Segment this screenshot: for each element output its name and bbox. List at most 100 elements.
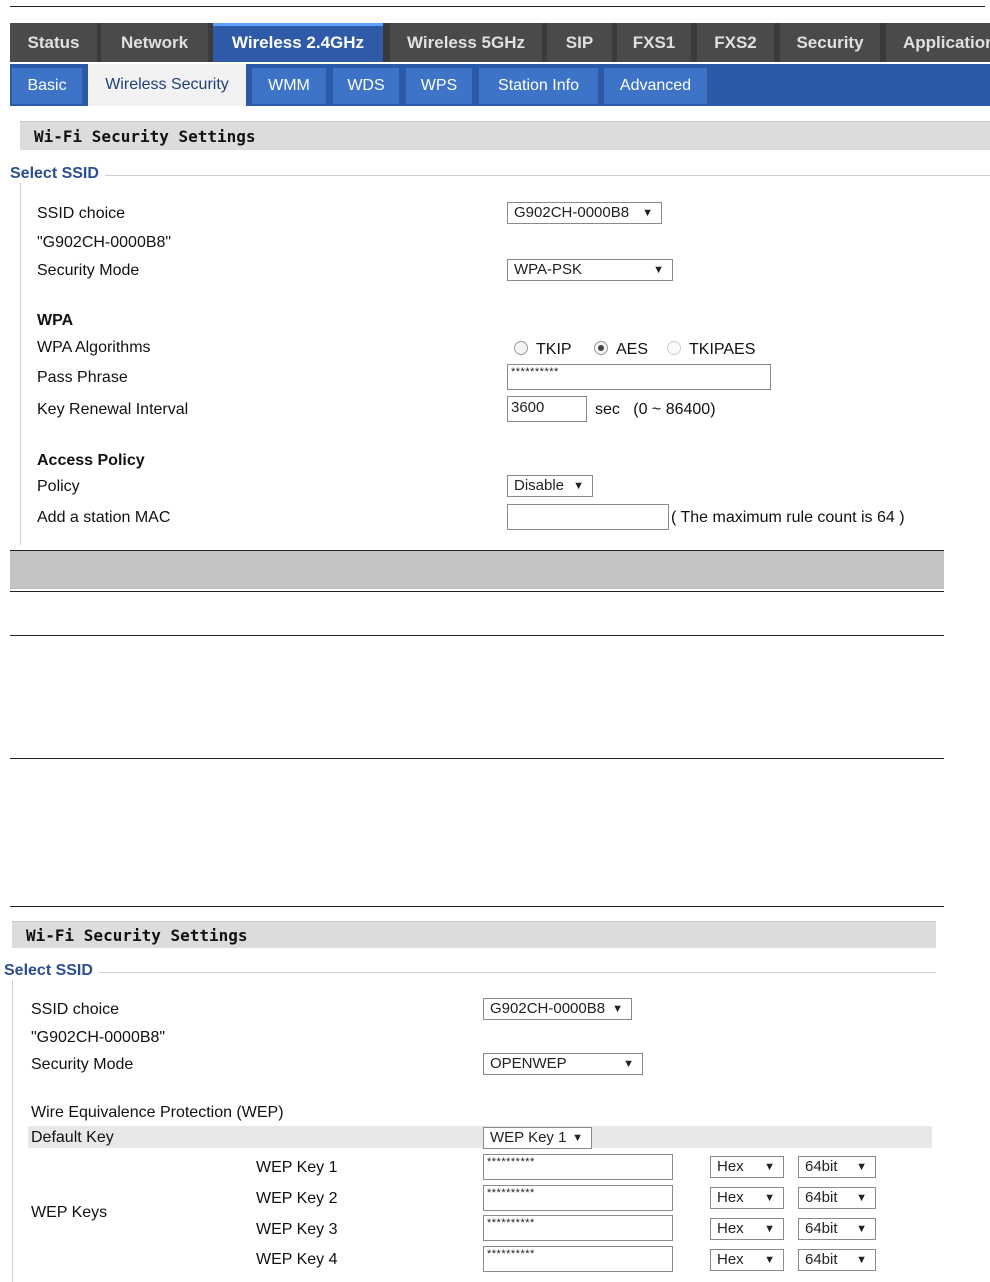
wep-key-1-length-value: 64bit [805, 1158, 838, 1175]
pass-phrase-label: Pass Phrase [37, 369, 128, 386]
panel2-fieldset-left [12, 972, 13, 1282]
security-mode-select-2[interactable]: OPENWEP ▼ [483, 1053, 643, 1075]
ssid-choice-value: G902CH-0000B8 [514, 204, 630, 221]
radio-tkipaes-label: TKIPAES [689, 341, 756, 358]
default-key-row [28, 1126, 932, 1148]
wep-key-4-length-value: 64bit [805, 1251, 838, 1268]
wep-key-3-length[interactable]: 64bit ▼ [798, 1218, 876, 1240]
subtab-advanced[interactable]: Advanced [604, 68, 707, 104]
default-key-value: WEP Key 1 [490, 1129, 567, 1146]
default-key-label: Default Key [31, 1129, 114, 1146]
wep-key-4-input[interactable]: ********** [483, 1246, 673, 1272]
panel2-header-title: Wi-Fi Security Settings [26, 926, 248, 945]
rule-c [10, 758, 944, 759]
ssid-choice-value-2: G902CH-0000B8 [490, 1000, 606, 1017]
ssid-choice-select[interactable]: G902CH-0000B8 ▼ [507, 202, 662, 224]
max-rule-note: ( The maximum rule count is 64 ) [671, 509, 905, 526]
ssid-choice-select-2[interactable]: G902CH-0000B8 ▼ [483, 998, 632, 1020]
policy-value: Disable [514, 477, 565, 494]
tab-fxs2[interactable]: FXS2 [697, 23, 774, 62]
wep-key-2-length-value: 64bit [805, 1189, 838, 1206]
wep-key-4-label: WEP Key 4 [256, 1251, 338, 1268]
tab-status[interactable]: Status [10, 23, 97, 62]
chevron-down-icon: ▼ [642, 207, 653, 219]
key-renewal-unit: sec (0 ~ 86400) [595, 401, 716, 418]
subtab-wds[interactable]: WDS [333, 68, 399, 104]
policy-label: Policy [37, 478, 80, 495]
panel1-fieldset-top [20, 175, 990, 176]
wep-key-1-format-value: Hex [717, 1158, 744, 1175]
wep-key-4-length[interactable]: 64bit ▼ [798, 1249, 876, 1271]
panel1-footer-band [10, 551, 944, 589]
wep-key-1-input[interactable]: ********** [483, 1154, 673, 1180]
chevron-down-icon: ▼ [572, 1132, 583, 1144]
panel1-legend: Select SSID [10, 165, 105, 183]
wpa-heading: WPA [37, 312, 74, 329]
add-mac-label: Add a station MAC [37, 509, 171, 526]
wep-key-2-input[interactable]: ********** [483, 1185, 673, 1211]
ssid-choice-label-2: SSID choice [31, 1001, 120, 1018]
subtab-wps[interactable]: WPS [406, 68, 472, 104]
wep-key-1-length[interactable]: 64bit ▼ [798, 1156, 876, 1178]
wep-key-4-format[interactable]: Hex ▼ [710, 1249, 784, 1271]
chevron-down-icon: ▼ [764, 1223, 775, 1235]
wep-key-4-format-value: Hex [717, 1251, 744, 1268]
tab-network[interactable]: Network [101, 23, 208, 62]
access-policy-heading: Access Policy [37, 452, 145, 469]
key-renewal-label: Key Renewal Interval [37, 401, 189, 418]
wep-key-3-input[interactable]: ********** [483, 1215, 673, 1241]
tab-application[interactable]: Application [886, 23, 990, 62]
wep-key-1-label: WEP Key 1 [256, 1159, 338, 1176]
wep-key-1-format[interactable]: Hex ▼ [710, 1156, 784, 1178]
tab-wireless-24ghz[interactable]: Wireless 2.4GHz [213, 23, 383, 62]
chevron-down-icon: ▼ [764, 1161, 775, 1173]
chevron-down-icon: ▼ [764, 1254, 775, 1266]
chevron-down-icon: ▼ [856, 1161, 867, 1173]
radio-tkip[interactable] [514, 341, 528, 355]
radio-aes-label: AES [616, 341, 649, 358]
subtab-wmm[interactable]: WMM [252, 68, 326, 104]
pass-phrase-input[interactable]: ********** [507, 364, 771, 390]
wep-key-3-format[interactable]: Hex ▼ [710, 1218, 784, 1240]
rule-d [10, 906, 944, 907]
security-mode-label-2: Security Mode [31, 1056, 134, 1073]
chevron-down-icon: ▼ [623, 1058, 634, 1070]
policy-select[interactable]: Disable ▼ [507, 475, 593, 497]
tab-wireless-5ghz[interactable]: Wireless 5GHz [390, 23, 542, 62]
security-mode-label: Security Mode [37, 262, 140, 279]
panel2-legend: Select SSID [4, 962, 99, 980]
security-mode-select[interactable]: WPA-PSK ▼ [507, 259, 673, 281]
wpa-algorithms-label: WPA Algorithms [37, 339, 151, 356]
subtab-station-info[interactable]: Station Info [479, 68, 598, 104]
wep-heading: Wire Equivalence Protection (WEP) [31, 1104, 284, 1121]
wep-key-3-length-value: 64bit [805, 1220, 838, 1237]
top-rule [10, 6, 985, 7]
chevron-down-icon: ▼ [764, 1192, 775, 1204]
wep-key-2-length[interactable]: 64bit ▼ [798, 1187, 876, 1209]
key-renewal-input[interactable]: 3600 [507, 396, 587, 422]
tab-sip[interactable]: SIP [547, 23, 612, 62]
ssid-name-text-2: "G902CH-0000B8" [31, 1029, 166, 1046]
subtab-basic[interactable]: Basic [12, 68, 82, 104]
wep-key-2-format[interactable]: Hex ▼ [710, 1187, 784, 1209]
add-mac-input[interactable] [507, 504, 669, 530]
panel2-header: Wi-Fi Security Settings [12, 921, 936, 948]
chevron-down-icon: ▼ [612, 1003, 623, 1015]
rule-b [10, 635, 944, 636]
ssid-choice-label: SSID choice [37, 205, 126, 222]
chevron-down-icon: ▼ [653, 264, 664, 276]
security-mode-value-2: OPENWEP [490, 1055, 567, 1072]
radio-aes[interactable] [594, 341, 608, 355]
panel1-header-title: Wi-Fi Security Settings [34, 127, 256, 146]
wep-key-2-label: WEP Key 2 [256, 1190, 338, 1207]
wep-key-2-format-value: Hex [717, 1189, 744, 1206]
chevron-down-icon: ▼ [856, 1192, 867, 1204]
tab-security[interactable]: Security [780, 23, 880, 62]
radio-tkipaes[interactable] [667, 341, 681, 355]
ssid-name-text: "G902CH-0000B8" [37, 234, 172, 251]
subtab-wireless-security[interactable]: Wireless Security [88, 64, 246, 106]
tab-fxs1[interactable]: FXS1 [617, 23, 691, 62]
default-key-select[interactable]: WEP Key 1 ▼ [483, 1127, 592, 1149]
wep-keys-label: WEP Keys [31, 1204, 108, 1221]
security-mode-value: WPA-PSK [514, 261, 583, 278]
